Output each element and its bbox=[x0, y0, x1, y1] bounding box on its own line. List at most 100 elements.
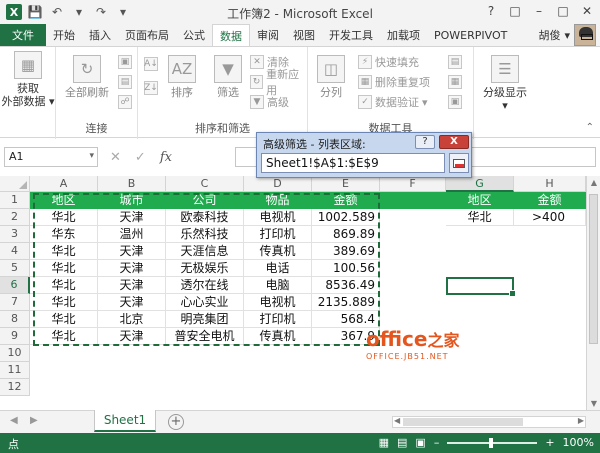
table-cell[interactable]: 367.9 bbox=[312, 328, 380, 345]
row-header-10[interactable]: 10 bbox=[0, 345, 30, 362]
scroll-left-icon[interactable]: ◀ bbox=[394, 416, 400, 425]
row-header-4[interactable]: 4 bbox=[0, 243, 30, 260]
get-external-data-button[interactable]: ▦ 获取 外部数据 ▾ bbox=[1, 51, 55, 108]
zoom-slider[interactable] bbox=[447, 437, 538, 448]
tab-home[interactable]: 开始 bbox=[46, 24, 82, 46]
text-to-columns-button[interactable]: ◫ 分列 bbox=[314, 55, 348, 99]
table-cell[interactable]: 欧泰科技 bbox=[166, 209, 244, 226]
table-cell[interactable]: 568.4 bbox=[312, 311, 380, 328]
scroll-up-icon[interactable]: ▲ bbox=[587, 178, 600, 187]
flash-fill-button[interactable]: ⚡ 快速填充 bbox=[358, 53, 419, 71]
scroll-down-icon[interactable]: ▼ bbox=[587, 399, 600, 408]
table-cell[interactable]: 打印机 bbox=[244, 226, 312, 243]
table-cell[interactable]: 无极娱乐 bbox=[166, 260, 244, 277]
table-cell[interactable]: 电视机 bbox=[244, 209, 312, 226]
row-header-8[interactable]: 8 bbox=[0, 311, 30, 328]
table-cell[interactable]: 华北 bbox=[30, 260, 98, 277]
sheet-tab-sheet1[interactable]: Sheet1 bbox=[94, 410, 156, 432]
table-cell[interactable]: 电视机 bbox=[244, 294, 312, 311]
table-header-cell[interactable]: 城市 bbox=[98, 192, 166, 209]
table-cell[interactable]: 电脑 bbox=[244, 277, 312, 294]
relationships-button[interactable]: ▣ bbox=[448, 93, 462, 111]
column-header-g[interactable]: G bbox=[446, 176, 514, 192]
table-cell[interactable]: 869.89 bbox=[312, 226, 380, 243]
edit-links-button[interactable]: ☍ bbox=[118, 93, 132, 111]
select-all-corner[interactable] bbox=[0, 176, 30, 192]
column-header-a[interactable]: A bbox=[30, 176, 98, 192]
normal-view-icon[interactable]: ▦ bbox=[379, 436, 389, 449]
maximize-icon[interactable]: □ bbox=[554, 2, 572, 20]
save-icon[interactable]: 💾 bbox=[26, 3, 44, 21]
tab-formulas[interactable]: 公式 bbox=[176, 24, 212, 46]
tab-page-layout[interactable]: 页面布局 bbox=[118, 24, 176, 46]
table-cell[interactable]: 8536.49 bbox=[312, 277, 380, 294]
page-break-view-icon[interactable]: ▣ bbox=[415, 436, 425, 449]
table-cell[interactable]: 明亮集团 bbox=[166, 311, 244, 328]
table-cell[interactable]: 天津 bbox=[98, 209, 166, 226]
list-range-input[interactable]: Sheet1!$A$1:$E$9 bbox=[261, 153, 445, 173]
tab-add-ins[interactable]: 加载项 bbox=[380, 24, 427, 46]
row-header-12[interactable]: 12 bbox=[0, 379, 30, 396]
table-cell[interactable]: 389.69 bbox=[312, 243, 380, 260]
table-cell[interactable]: 华北 bbox=[30, 294, 98, 311]
zoom-out-icon[interactable]: – bbox=[434, 436, 440, 449]
table-cell[interactable]: 华北 bbox=[30, 209, 98, 226]
tab-data[interactable]: 数据 bbox=[212, 24, 250, 46]
tab-developer[interactable]: 开发工具 bbox=[322, 24, 380, 46]
tab-review[interactable]: 审阅 bbox=[250, 24, 286, 46]
name-box[interactable]: A1 ▾ bbox=[4, 147, 98, 167]
active-cell-g6[interactable] bbox=[446, 277, 516, 297]
page-layout-view-icon[interactable]: ▤ bbox=[397, 436, 407, 449]
table-header-cell[interactable]: 物品 bbox=[244, 192, 312, 209]
advanced-filter-button[interactable]: ▼ 高级 bbox=[250, 93, 289, 111]
tab-powerpivot[interactable]: POWERPIVOT bbox=[427, 24, 514, 46]
vertical-scroll-thumb[interactable] bbox=[589, 194, 598, 344]
row-header-5[interactable]: 5 bbox=[0, 260, 30, 277]
properties-button[interactable]: ▤ bbox=[118, 73, 132, 91]
column-header-h[interactable]: H bbox=[514, 176, 586, 192]
tab-insert[interactable]: 插入 bbox=[82, 24, 118, 46]
column-header-f[interactable]: F bbox=[380, 176, 446, 192]
data-validation-button[interactable]: ✓ 数据验证 ▾ bbox=[358, 93, 428, 111]
redo-icon[interactable]: ↷ bbox=[92, 3, 110, 21]
vertical-scrollbar[interactable]: ▲ ▼ bbox=[586, 176, 600, 410]
header-band-cell[interactable] bbox=[380, 192, 446, 209]
table-cell[interactable]: 天津 bbox=[98, 260, 166, 277]
table-cell[interactable]: 传真机 bbox=[244, 328, 312, 345]
criteria-cell[interactable]: 华北 bbox=[446, 209, 514, 226]
criteria-header-cell[interactable]: 地区 bbox=[446, 192, 514, 209]
ribbon-display-icon[interactable]: □ bbox=[506, 2, 524, 20]
table-cell[interactable]: 温州 bbox=[98, 226, 166, 243]
dialog-close-button[interactable]: X bbox=[439, 135, 469, 149]
table-header-cell[interactable]: 地区 bbox=[30, 192, 98, 209]
table-cell[interactable]: 1002.589 bbox=[312, 209, 380, 226]
table-cell[interactable]: 透尔在线 bbox=[166, 277, 244, 294]
undo-icon[interactable]: ↶ bbox=[48, 3, 66, 21]
outline-button[interactable]: ☰ 分级显示 ▾ bbox=[480, 55, 530, 112]
table-cell[interactable]: 心心实业 bbox=[166, 294, 244, 311]
row-header-2[interactable]: 2 bbox=[0, 209, 30, 226]
table-cell[interactable]: 华北 bbox=[30, 328, 98, 345]
sort-desc-button[interactable]: Z↓ bbox=[144, 79, 158, 97]
table-cell[interactable]: 2135.889 bbox=[312, 294, 380, 311]
table-cell[interactable]: 华北 bbox=[30, 311, 98, 328]
row-header-1[interactable]: 1 bbox=[0, 192, 30, 209]
table-cell[interactable]: 天津 bbox=[98, 277, 166, 294]
row-header-6[interactable]: 6 bbox=[0, 277, 30, 294]
minimize-icon[interactable]: – bbox=[530, 2, 548, 20]
row-header-11[interactable]: 11 bbox=[0, 362, 30, 379]
table-header-cell[interactable]: 金额 bbox=[312, 192, 380, 209]
add-sheet-button[interactable]: + bbox=[168, 414, 184, 430]
consolidate-button[interactable]: ▤ bbox=[448, 53, 462, 71]
close-icon[interactable]: ✕ bbox=[578, 2, 596, 20]
row-header-7[interactable]: 7 bbox=[0, 294, 30, 311]
tab-file[interactable]: 文件 bbox=[0, 24, 46, 46]
horizontal-scrollbar[interactable]: ◀ ▶ bbox=[392, 416, 586, 428]
table-cell[interactable]: 普安全电机 bbox=[166, 328, 244, 345]
filter-button[interactable]: ▼ 筛选 bbox=[210, 55, 246, 99]
next-sheet-icon[interactable]: ▶ bbox=[30, 415, 38, 426]
column-header-c[interactable]: C bbox=[166, 176, 244, 192]
table-cell[interactable]: 天津 bbox=[98, 243, 166, 260]
criteria-header-cell[interactable]: 金额 bbox=[514, 192, 586, 209]
user-account[interactable]: 胡俊 ▾ bbox=[538, 24, 596, 46]
